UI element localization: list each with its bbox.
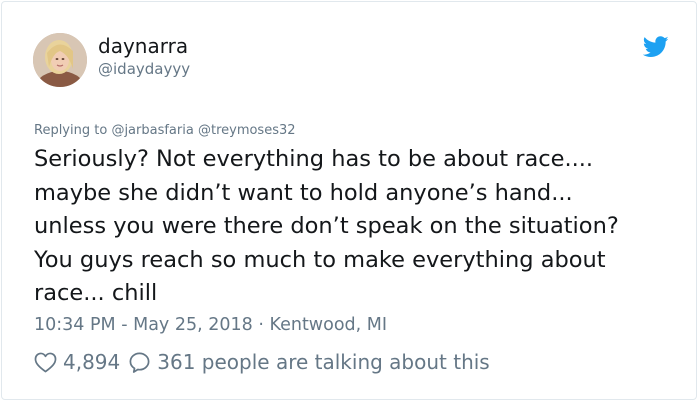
conversation-button[interactable]: 361 people are talking about this [128, 350, 490, 374]
talking-about-count: 361 people are talking about this [157, 350, 490, 374]
avatar[interactable] [33, 33, 87, 87]
tweet-meta: 10:34 PM - May 25, 2018 · Kentwood, MI [34, 314, 387, 336]
screen-name[interactable]: @idaydayyy [98, 60, 190, 78]
engagement-bar: 4,894 361 people are talking about this [34, 348, 490, 376]
mention-link[interactable]: @treymoses32 [198, 123, 296, 138]
tweet-location[interactable]: Kentwood, MI [269, 315, 387, 335]
like-button[interactable]: 4,894 [34, 350, 120, 374]
replying-to: Replying to @jarbasfaria @treymoses32 [34, 122, 296, 140]
time-date-separator: - [115, 315, 134, 335]
display-name[interactable]: daynarra [98, 34, 188, 58]
twitter-bird-icon[interactable] [643, 36, 669, 58]
tweet-date[interactable]: May 25, 2018 [133, 315, 253, 335]
replying-to-label: Replying to [34, 123, 108, 138]
speech-bubble-icon [129, 352, 150, 373]
avatar-photo [33, 33, 87, 87]
tweet-card: daynarra @idaydayyy Replying to @jarbasf… [1, 1, 697, 400]
mention-link[interactable]: @jarbasfaria [111, 123, 193, 138]
heart-icon [34, 352, 57, 372]
tweet-time[interactable]: 10:34 PM [34, 315, 116, 335]
like-count: 4,894 [63, 350, 121, 374]
tweet-text: Seriously? Not everything has to be abou… [34, 146, 619, 306]
place-separator: · [252, 315, 270, 335]
